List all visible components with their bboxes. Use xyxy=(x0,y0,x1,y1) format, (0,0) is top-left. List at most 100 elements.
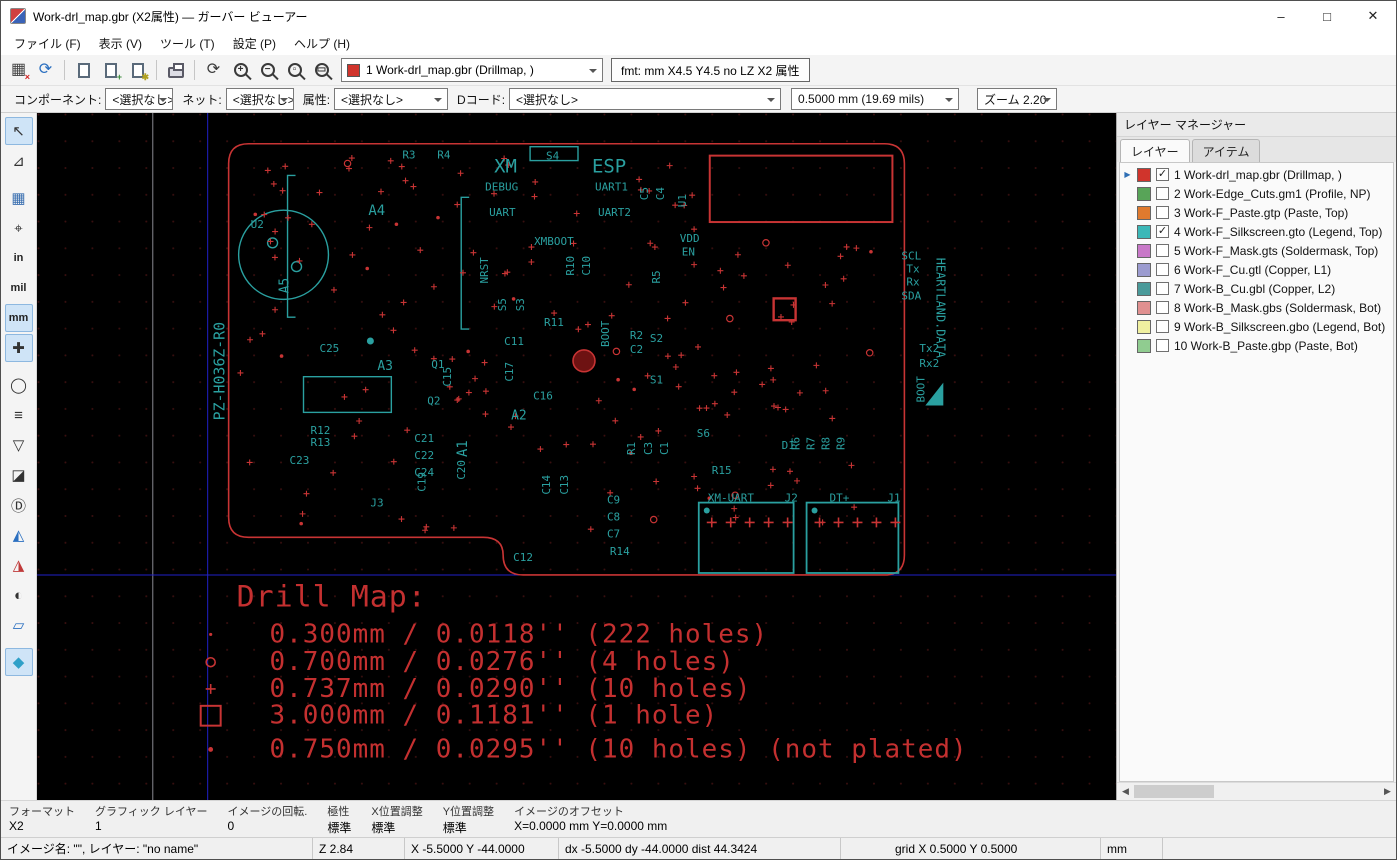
layer-label: 8 Work-B_Mask.gbs (Soldermask, Bot) xyxy=(1174,300,1382,315)
silkscreen-label: R10 xyxy=(564,256,577,276)
chevron-down-icon xyxy=(589,69,597,77)
layer-row-5[interactable]: 5 Work-F_Mask.gts (Soldermask, Top) xyxy=(1120,241,1393,260)
silkscreen-label: Tx xyxy=(906,263,920,276)
show-dcodes-toggle-button[interactable]: Ⓓ xyxy=(5,491,33,519)
sketch-flashed-items-toggle-button[interactable]: ◯ xyxy=(5,371,33,399)
zoom-select[interactable]: ズーム 2.20 xyxy=(977,88,1058,110)
layer-visibility-checkbox[interactable] xyxy=(1156,301,1169,314)
drill-symbol-smalldot xyxy=(208,747,214,752)
sketch-polygons-toggle-button[interactable]: ▽ xyxy=(5,431,33,459)
silkscreen-label: C9 xyxy=(607,494,620,507)
menu-item-0[interactable]: ファイル (F) xyxy=(5,32,90,55)
open-drill-files-button[interactable]: + xyxy=(97,57,124,83)
layer-color-swatch[interactable] xyxy=(1137,167,1151,182)
layer-color-swatch[interactable] xyxy=(1137,186,1151,201)
layer-manager-tabs: レイヤー アイテム xyxy=(1117,137,1396,162)
close-button[interactable]: ✕ xyxy=(1350,1,1396,31)
layer-visibility-checkbox[interactable] xyxy=(1156,282,1169,295)
tab-layers[interactable]: レイヤー xyxy=(1120,139,1190,162)
layer-visibility-checkbox[interactable] xyxy=(1156,187,1169,200)
layer-color-swatch[interactable] xyxy=(1137,338,1151,353)
menu-item-3[interactable]: 設定 (P) xyxy=(224,32,285,55)
show-negative-objects-toggle-button[interactable]: ◪ xyxy=(5,461,33,489)
active-layer-select[interactable]: 1 Work-drl_map.gbr (Drillmap, ) xyxy=(341,58,603,82)
units-mm-button[interactable]: mm xyxy=(4,304,33,332)
reload-all-layers-button[interactable]: ⟳ xyxy=(32,57,59,83)
scroll-left-arrow-icon[interactable]: ◀ xyxy=(1117,783,1134,800)
layer-color-swatch[interactable] xyxy=(1137,281,1151,296)
layer-color-swatch[interactable] xyxy=(1137,243,1151,258)
layer-color-swatch[interactable] xyxy=(1137,205,1151,220)
polar-coordinates-toggle-button[interactable]: ⌖ xyxy=(5,214,33,242)
silkscreen-label: XM xyxy=(494,156,517,178)
zoom-out-button[interactable]: − xyxy=(254,57,281,83)
layer-row-9[interactable]: 9 Work-B_Silkscreen.gbo (Legend, Bot) xyxy=(1120,317,1393,336)
layer-visibility-checkbox[interactable] xyxy=(1156,206,1169,219)
measure-tool-button[interactable]: ⊿ xyxy=(5,147,33,175)
zoom-selection-button[interactable]: ▭ xyxy=(308,57,335,83)
dcode-filter-select[interactable]: <選択なし> xyxy=(509,88,782,110)
open-gerber-files-button[interactable] xyxy=(70,57,97,83)
layer-color-swatch[interactable] xyxy=(1137,319,1151,334)
open-gerber-job-file-button[interactable]: ✱ xyxy=(124,57,151,83)
menu-item-4[interactable]: ヘルプ (H) xyxy=(285,32,359,55)
component-filter-select[interactable]: <選択なし> xyxy=(105,88,174,110)
zoom-fit-button[interactable]: ▫ xyxy=(281,57,308,83)
silkscreen-label: UART1 xyxy=(595,180,628,193)
scrollbar-track[interactable] xyxy=(1134,783,1379,800)
selected-layer-arrow-icon: ▶ xyxy=(1124,170,1131,179)
layer-list: ▶ ✓ 1 Work-drl_map.gbr (Drillmap, ) 2 Work-… xyxy=(1119,162,1394,782)
flip-view-toggle-button[interactable]: ▱ xyxy=(5,611,33,639)
units-inches-button[interactable]: in xyxy=(5,244,33,272)
layer-row-8[interactable]: 8 Work-B_Mask.gbs (Soldermask, Bot) xyxy=(1120,298,1393,317)
layer-color-swatch[interactable] xyxy=(1137,262,1151,277)
silkscreen-label: S5 xyxy=(496,298,509,311)
units-mils-button[interactable]: mil xyxy=(5,274,33,302)
zoom-in-button[interactable]: + xyxy=(227,57,254,83)
layer-panel-scrollbar[interactable]: ◀ ▶ xyxy=(1117,782,1396,800)
silkscreen-label: PZ-H036Z-R0 xyxy=(211,322,229,420)
layer-manager-toggle-button[interactable]: ◆ xyxy=(4,648,33,676)
layer-visibility-checkbox[interactable] xyxy=(1156,320,1169,333)
tab-items[interactable]: アイテム xyxy=(1191,139,1261,162)
xor-mode-toggle-button[interactable]: ◮ xyxy=(5,551,33,579)
print-button[interactable] xyxy=(162,57,189,83)
layer-visibility-checkbox[interactable]: ✓ xyxy=(1156,168,1169,181)
menu-item-1[interactable]: 表示 (V) xyxy=(90,32,151,55)
cursor-shape-toggle-button[interactable]: ✚ xyxy=(4,334,33,362)
redraw-view-button[interactable]: ⟳ xyxy=(200,57,227,83)
grid-visibility-toggle-button[interactable]: ▦ xyxy=(5,184,33,212)
layer-row-6[interactable]: 6 Work-F_Cu.gtl (Copper, L1) xyxy=(1120,260,1393,279)
menu-item-2[interactable]: ツール (T) xyxy=(151,32,224,55)
layer-row-7[interactable]: 7 Work-B_Cu.gbl (Copper, L2) xyxy=(1120,279,1393,298)
minimize-button[interactable]: – xyxy=(1258,1,1304,31)
scrollbar-thumb[interactable] xyxy=(1134,785,1214,798)
layer-visibility-checkbox[interactable] xyxy=(1156,244,1169,257)
scroll-right-arrow-icon[interactable]: ▶ xyxy=(1379,783,1396,800)
layer-visibility-checkbox[interactable] xyxy=(1156,339,1169,352)
layer-color-swatch[interactable] xyxy=(1137,224,1151,239)
attribute-filter-select[interactable]: <選択なし> xyxy=(334,88,449,110)
gerber-canvas[interactable]: R3 R4 S4 XM ESP DEBUG UART1 UART UART2 C5 C4 U1 A4 XM… xyxy=(37,113,1116,800)
layer-row-10[interactable]: 10 Work-B_Paste.gbp (Paste, Bot) xyxy=(1120,336,1393,355)
title-bar[interactable]: Work-drl_map.gbr (X2属性) — ガーバー ビューアー – □… xyxy=(1,1,1396,31)
layer-row-4[interactable]: ✓ 4 Work-F_Silkscreen.gto (Legend, Top) xyxy=(1120,222,1393,241)
layer-visibility-checkbox[interactable] xyxy=(1156,263,1169,276)
status-format-bar: フォーマット X2 グラフィック レイヤー 1 イメージの回転. 0 極性 標準 X位置調整 標準… xyxy=(1,800,1396,837)
select-tool-button[interactable]: ↖ xyxy=(4,117,33,145)
maximize-button[interactable]: □ xyxy=(1304,1,1350,31)
silkscreen-label: C21 xyxy=(414,432,434,445)
sketch-lines-toggle-button[interactable]: ≡ xyxy=(5,401,33,429)
layer-row-2[interactable]: 2 Work-Edge_Cuts.gm1 (Profile, NP) xyxy=(1120,184,1393,203)
drill-symbol-dot xyxy=(209,632,213,637)
diff-mode-toggle-button[interactable]: ◭ xyxy=(5,521,33,549)
clear-all-layers-button[interactable]: ▦ × xyxy=(5,57,32,83)
layer-color-swatch[interactable] xyxy=(1137,300,1151,315)
canvas-area[interactable]: R3 R4 S4 XM ESP DEBUG UART1 UART UART2 C5 C4 U1 A4 XM… xyxy=(37,113,1116,800)
net-filter-select[interactable]: <選択なし> xyxy=(225,88,294,110)
grid-size-select[interactable]: 0.5000 mm (19.69 mils) xyxy=(791,88,960,110)
layer-row-1[interactable]: ▶ ✓ 1 Work-drl_map.gbr (Drillmap, ) xyxy=(1120,165,1393,184)
layer-visibility-checkbox[interactable]: ✓ xyxy=(1156,225,1169,238)
layer-row-3[interactable]: 3 Work-F_Paste.gtp (Paste, Top) xyxy=(1120,203,1393,222)
high-contrast-mode-toggle-button[interactable]: ◐ xyxy=(5,581,33,609)
